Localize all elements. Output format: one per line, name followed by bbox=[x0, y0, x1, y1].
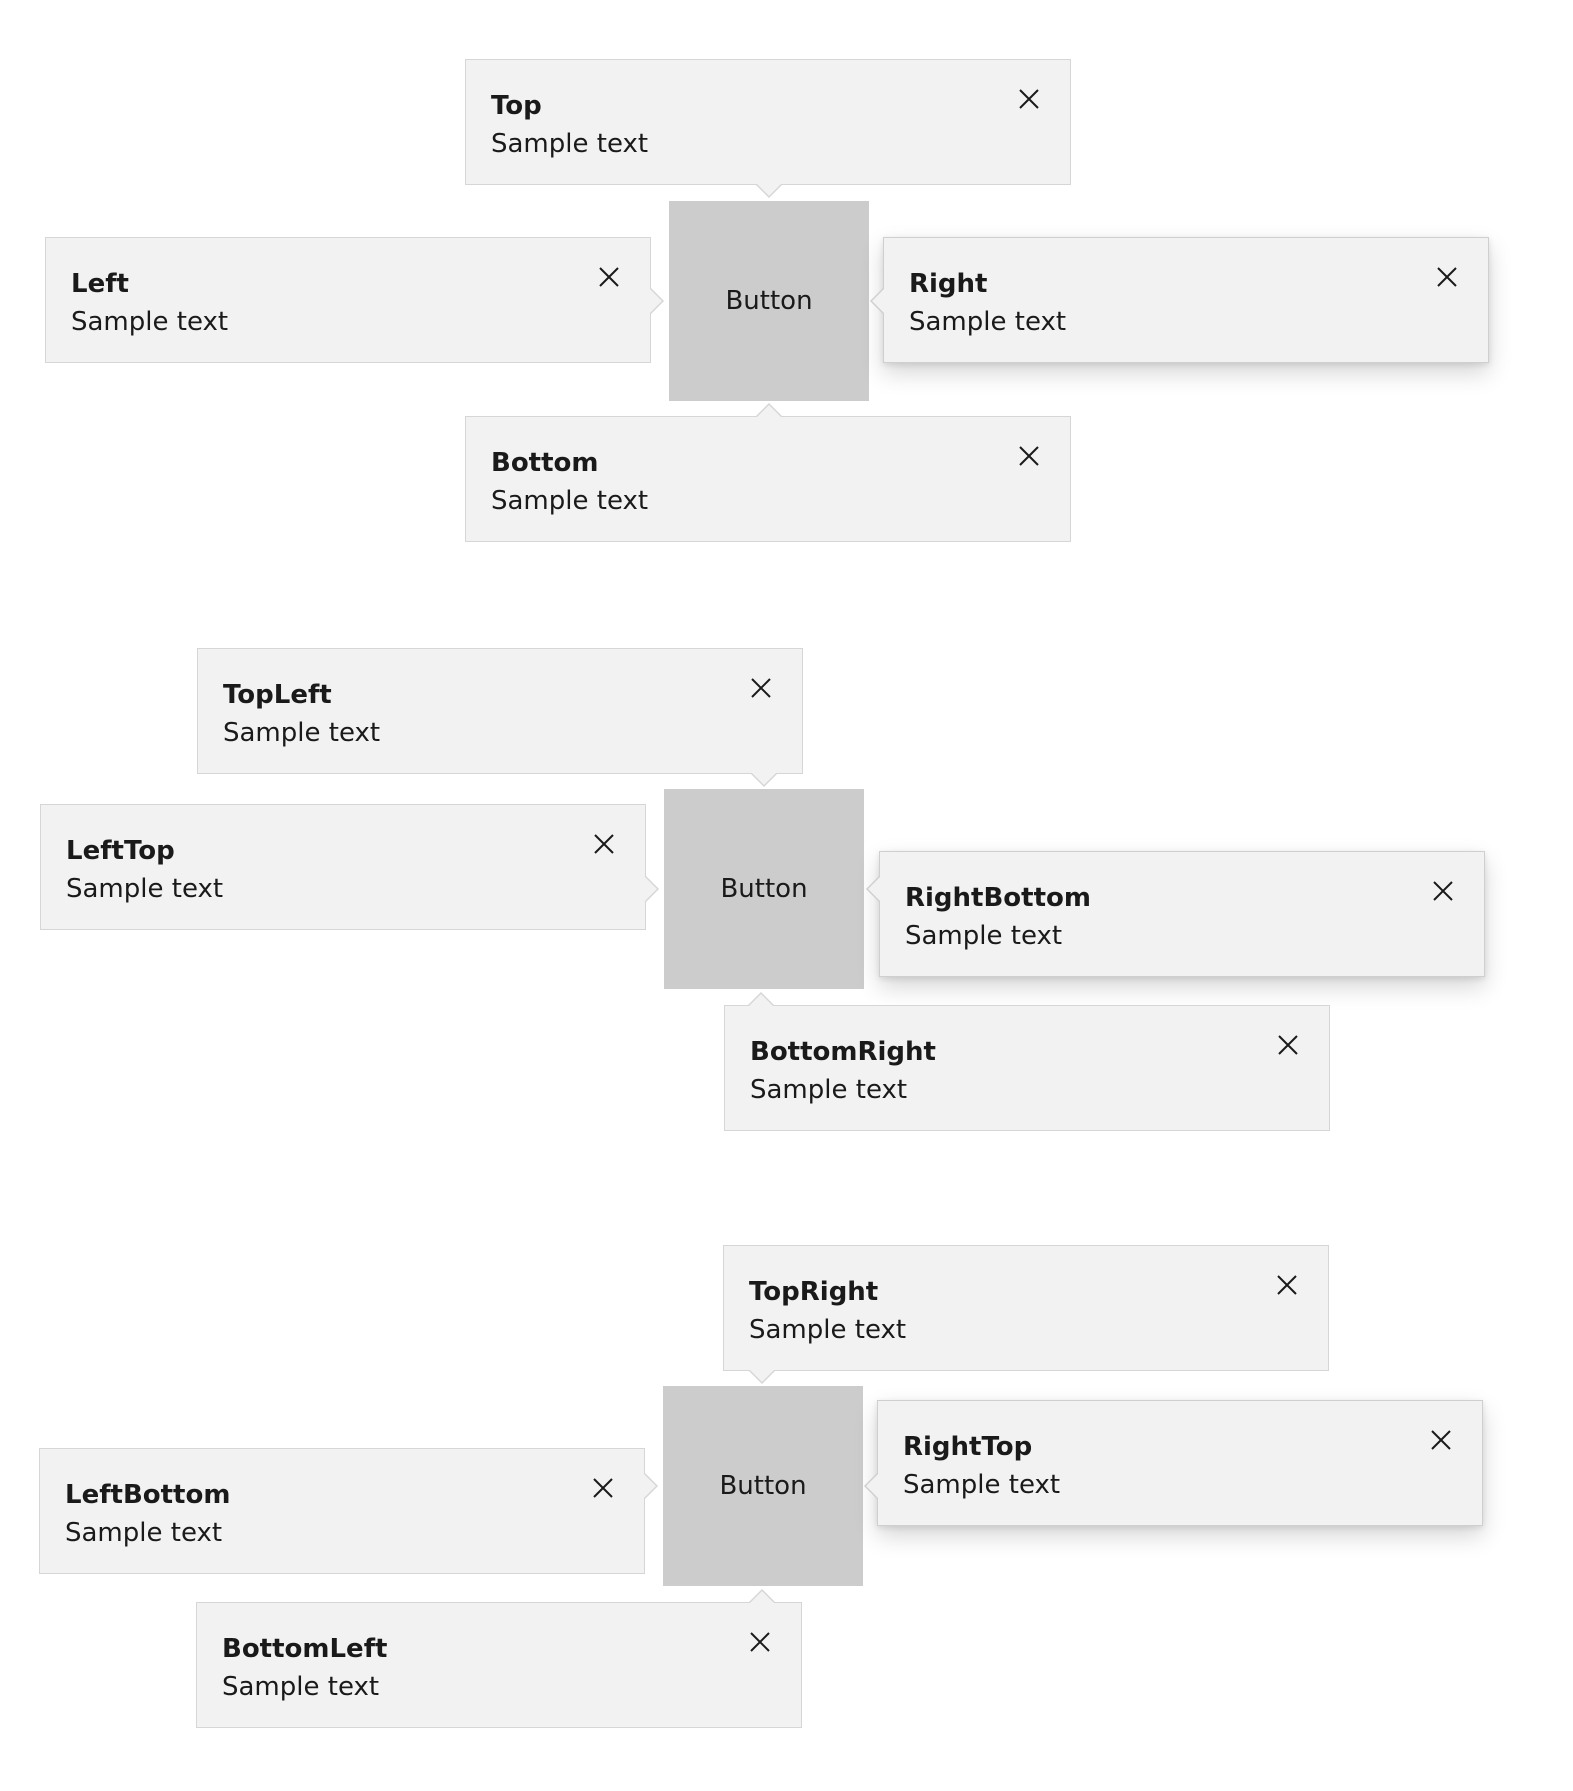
tip-subtitle: Sample text bbox=[903, 1470, 1061, 1500]
tip-title: TopRight bbox=[749, 1277, 879, 1307]
tip-tail bbox=[750, 1591, 774, 1603]
tip-tail bbox=[866, 1474, 878, 1498]
teaching-tip-bottomleft: BottomLeft Sample text bbox=[196, 1602, 802, 1728]
close-icon[interactable] bbox=[1430, 1429, 1452, 1451]
tip-subtitle: Sample text bbox=[749, 1315, 907, 1345]
tip-subtitle: Sample text bbox=[65, 1518, 223, 1548]
tip-subtitle: Sample text bbox=[222, 1672, 380, 1702]
tip-title: BottomLeft bbox=[222, 1634, 388, 1664]
tip-tail bbox=[644, 1474, 656, 1498]
close-icon[interactable] bbox=[749, 1631, 771, 1653]
teaching-tip-group-corners-b: TopRight Sample text Button LeftBottom S… bbox=[0, 0, 1573, 1791]
tip-title: RightTop bbox=[903, 1432, 1033, 1462]
teaching-tip-leftbottom: LeftBottom Sample text bbox=[39, 1448, 645, 1574]
tip-title: LeftBottom bbox=[65, 1480, 231, 1510]
close-icon[interactable] bbox=[1276, 1274, 1298, 1296]
teaching-tip-topright: TopRight Sample text bbox=[723, 1245, 1329, 1371]
tip-tail bbox=[750, 1370, 774, 1382]
teaching-tip-righttop: RightTop Sample text bbox=[877, 1400, 1483, 1526]
close-icon[interactable] bbox=[592, 1477, 614, 1499]
target-button[interactable]: Button bbox=[663, 1386, 863, 1586]
